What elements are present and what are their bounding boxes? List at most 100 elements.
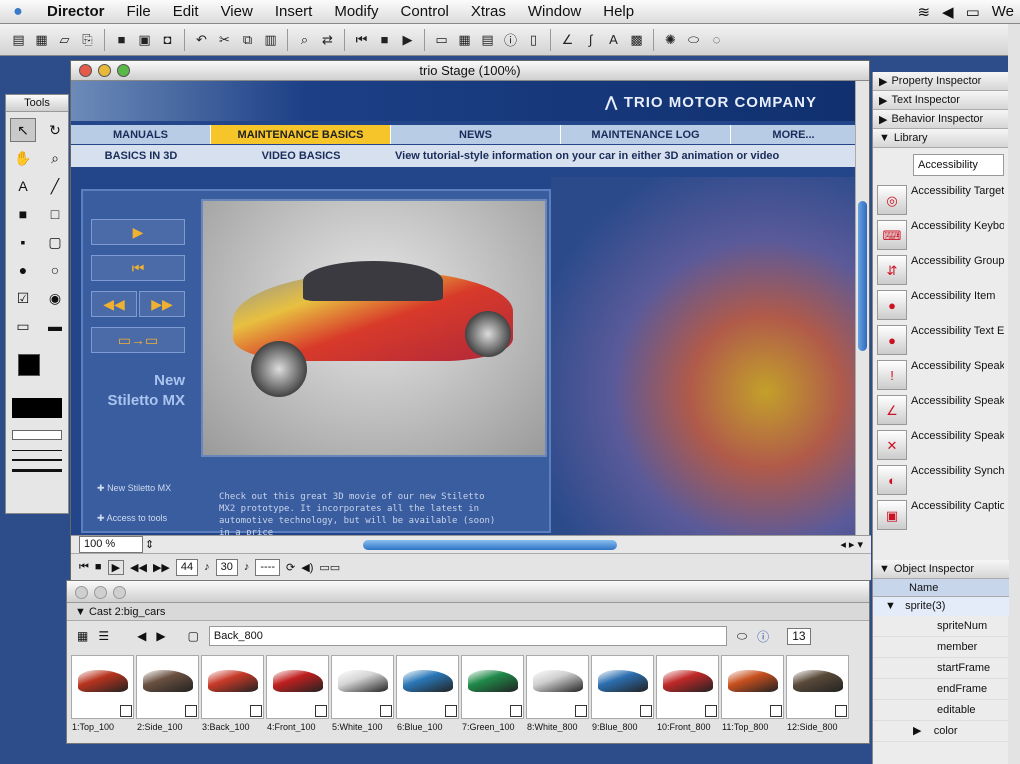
- nav-news[interactable]: NEWS: [391, 125, 561, 144]
- prop-row[interactable]: spriteNum: [873, 616, 1009, 637]
- rewind-icon[interactable]: ⏮: [351, 29, 372, 51]
- cast-view-style-icon[interactable]: ▦: [77, 629, 88, 643]
- library-item[interactable]: ● Accessibility Item: [873, 287, 1008, 322]
- inspector-icon[interactable]: ⓘ: [500, 29, 521, 51]
- library-item[interactable]: ◎ Accessibility Target: [873, 182, 1008, 217]
- line-tool-icon[interactable]: ╱: [42, 174, 68, 198]
- library-item[interactable]: ⌨Accessibility Keyboard Controller: [873, 217, 1008, 252]
- filled-roundrect-tool-icon[interactable]: ▪: [10, 230, 36, 254]
- stage-titlebar[interactable]: trio Stage (100%): [71, 61, 869, 81]
- vertical-scroll-thumb[interactable]: [858, 201, 867, 351]
- cast-member[interactable]: 4:Front_100: [266, 655, 329, 732]
- cast-member[interactable]: 2:Side_100: [136, 655, 199, 732]
- library-item[interactable]: ◐Accessibility Synch Caption: [873, 462, 1008, 497]
- stage-window-icon[interactable]: ▭: [431, 29, 452, 51]
- script-member-icon[interactable]: ⬭: [737, 629, 747, 644]
- zoom-stepper-icon[interactable]: ⇕: [145, 538, 154, 551]
- exchange-icon[interactable]: ⇄: [317, 29, 338, 51]
- zoom-button[interactable]: [113, 586, 126, 599]
- step-forward-icon[interactable]: ▶▶: [153, 561, 170, 574]
- side-link-access-tools[interactable]: ✚ Access to tools: [97, 513, 193, 524]
- menu-view[interactable]: View: [210, 3, 264, 20]
- save-all-icon[interactable]: ▣: [134, 29, 155, 51]
- cast-header[interactable]: ▼ Cast 2:big_cars: [67, 603, 869, 621]
- undo-icon[interactable]: ↶: [191, 29, 212, 51]
- selected-object[interactable]: ▼ sprite(3): [873, 597, 1009, 616]
- stage-vertical-scrollbar[interactable]: [855, 81, 869, 535]
- text-tool-icon[interactable]: A: [10, 174, 36, 198]
- score-window-icon[interactable]: ▤: [477, 29, 498, 51]
- script-icon[interactable]: ▩: [626, 29, 647, 51]
- subnav-video-basics[interactable]: VIDEO BASICS: [211, 150, 391, 162]
- cast-list-icon[interactable]: ☰: [98, 629, 109, 643]
- roundrect-tool-icon[interactable]: ▢: [42, 230, 68, 254]
- menu-control[interactable]: Control: [390, 3, 460, 20]
- save-icon[interactable]: ■: [111, 29, 132, 51]
- line-width-2[interactable]: [12, 459, 62, 461]
- close-button[interactable]: [75, 586, 88, 599]
- cast-member[interactable]: 6:Blue_100: [396, 655, 459, 732]
- hand-tool-icon[interactable]: ✋: [10, 146, 36, 170]
- subnav-basics-3d[interactable]: BASICS IN 3D: [71, 150, 211, 162]
- vector-icon[interactable]: ∫: [580, 29, 601, 51]
- play-icon[interactable]: ▶: [107, 559, 125, 575]
- cast-member[interactable]: 11:Top_800: [721, 655, 784, 732]
- tab-text-inspector[interactable]: ▶ Text Inspector: [873, 91, 1008, 110]
- nav-more[interactable]: MORE...: [731, 125, 857, 144]
- nav-maintenance-basics[interactable]: MAINTENANCE BASICS: [211, 125, 391, 144]
- library-item[interactable]: ▣Accessibility Captioning: [873, 497, 1008, 532]
- prop-row[interactable]: endFrame: [873, 679, 1009, 700]
- horizontal-scroll-thumb[interactable]: [363, 540, 617, 550]
- cast-member[interactable]: 8:White_800: [526, 655, 589, 732]
- brand-logo[interactable]: ⋀ TRIO MOTOR COMPANY: [605, 93, 817, 111]
- find-icon[interactable]: ⌕: [294, 29, 315, 51]
- cast-window-icon[interactable]: ▦: [454, 29, 475, 51]
- wifi-icon[interactable]: ≋: [917, 3, 930, 21]
- pattern-chip[interactable]: [12, 398, 62, 418]
- stop-icon[interactable]: ■: [374, 29, 395, 51]
- cast-member[interactable]: 7:Green_100: [461, 655, 524, 732]
- member-name-field[interactable]: Back_800: [208, 626, 727, 646]
- color-chips[interactable]: [18, 354, 56, 388]
- ellipse-tool-icon[interactable]: ○: [42, 258, 68, 282]
- fast-forward-button[interactable]: ▶▶: [139, 291, 185, 317]
- tab-property-inspector[interactable]: ▶ Property Inspector: [873, 72, 1008, 91]
- menu-file[interactable]: File: [116, 3, 162, 20]
- menu-edit[interactable]: Edit: [162, 3, 210, 20]
- close-button[interactable]: [79, 64, 92, 77]
- minimize-button[interactable]: [94, 586, 107, 599]
- help-bubble-icon[interactable]: ◌: [706, 29, 727, 51]
- nav-manuals[interactable]: MANUALS: [71, 125, 211, 144]
- import-icon[interactable]: ⎘: [77, 29, 98, 51]
- fullscreen-button[interactable]: ▭→▭: [91, 327, 185, 353]
- scroll-arrows-icon[interactable]: ◂ ▸ ▾: [840, 538, 871, 551]
- prop-row[interactable]: member: [873, 637, 1009, 658]
- car-3d-viewer[interactable]: [201, 199, 547, 457]
- cast-member[interactable]: 10:Front_800: [656, 655, 719, 732]
- cast-titlebar[interactable]: [67, 581, 869, 603]
- tab-library[interactable]: ▼ Library: [873, 129, 1008, 148]
- shockwave-icon[interactable]: ⬭: [683, 29, 704, 51]
- radio-tool-icon[interactable]: ◉: [42, 286, 68, 310]
- drag-member-icon[interactable]: ▢: [188, 629, 199, 643]
- checkbox-tool-icon[interactable]: ☑: [10, 286, 36, 310]
- new-movie-icon[interactable]: ▤: [8, 29, 29, 51]
- minimize-button[interactable]: [98, 64, 111, 77]
- library-item[interactable]: ●Accessibility Text Edit Item: [873, 322, 1008, 357]
- nav-maintenance-log[interactable]: MAINTENANCE LOG: [561, 125, 731, 144]
- zoom-tool-icon[interactable]: ⌕: [42, 146, 68, 170]
- filled-rect-tool-icon[interactable]: ■: [10, 202, 36, 226]
- cast-member[interactable]: 1:Top_100: [71, 655, 134, 732]
- menu-window[interactable]: Window: [517, 3, 592, 20]
- object-inspector-header[interactable]: ▼ Object Inspector: [873, 560, 1009, 579]
- menu-modify[interactable]: Modify: [323, 3, 389, 20]
- cast-member[interactable]: 9:Blue_800: [591, 655, 654, 732]
- library-item[interactable]: ✕Accessibility Speak Enable Disable: [873, 427, 1008, 462]
- volume-icon[interactable]: ◀): [301, 561, 313, 574]
- line-width-3[interactable]: [12, 469, 62, 472]
- cast-member[interactable]: 5:White_100: [331, 655, 394, 732]
- stop-icon[interactable]: ■: [95, 561, 102, 573]
- menubar-clock[interactable]: We: [992, 3, 1014, 20]
- next-member-icon[interactable]: ▶: [156, 629, 165, 643]
- prop-row[interactable]: editable: [873, 700, 1009, 721]
